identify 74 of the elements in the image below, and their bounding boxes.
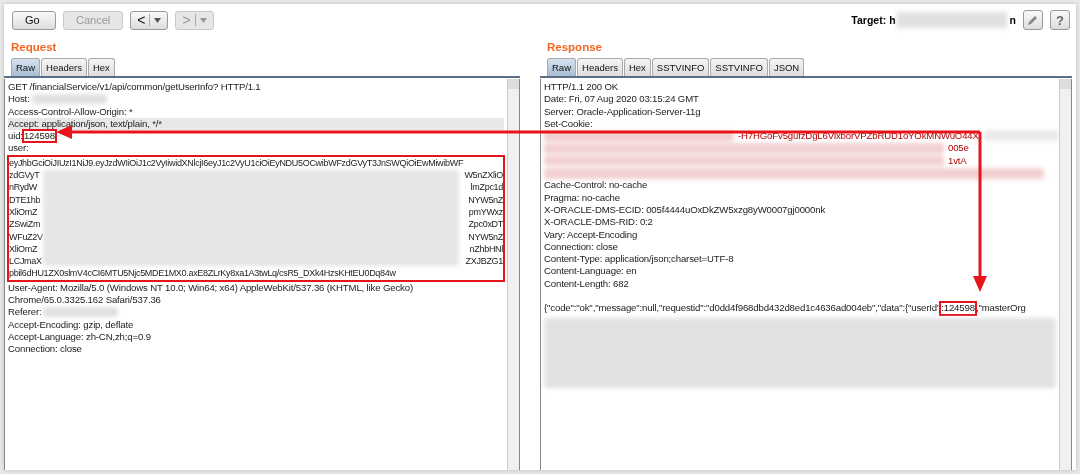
token-fragment: Zpc0xDT (468, 218, 503, 231)
cookie-fragment: 005e (948, 142, 969, 155)
help-button[interactable]: ? (1050, 10, 1070, 30)
token-fragment: nZhbHNl (469, 242, 503, 256)
tab[interactable]: SSTVINFO (651, 58, 710, 76)
target-value: n (1009, 14, 1016, 26)
target-label: Target: (851, 14, 887, 26)
token-fragment: DTE1hb (9, 193, 41, 206)
text-line: Connection: close (544, 240, 619, 254)
text-line: Date: Fri, 07 Aug 2020 03:15:24 GMT (544, 93, 700, 106)
text-line: user: (8, 142, 30, 155)
token-fragment: XliOmZ (9, 242, 38, 256)
pencil-icon (1027, 14, 1039, 26)
token-line: eyJhbGciOiJIUzI1NiJ9.eyJzdWIiOiJ1c2VyIiwidXNlcjI6eyJ1c2VyU1ciOiEyNDU5OCwibWFzdGVyT3JnSWQiOiEwMiwibWF (9, 156, 465, 170)
tab[interactable]: Raw (547, 58, 576, 76)
tab[interactable]: Hex (87, 58, 115, 76)
tab[interactable]: Headers (577, 58, 623, 76)
token-fragment: WFuZ2V (9, 230, 43, 243)
message-editor[interactable] (540, 79, 1072, 470)
token-fragment: NYW5nZ (468, 230, 503, 243)
text-line: Accept-Encoding: gzip, deflate (8, 318, 135, 331)
tab[interactable]: JSON (768, 58, 805, 76)
text-line: uid: (8, 130, 23, 143)
text-line: Accept-Language: zh-CN,zh;q=0.9 (8, 330, 152, 344)
token-fragment: zdGVyT (9, 169, 40, 182)
tab[interactable]: SSTVINFO (710, 58, 768, 76)
tab[interactable]: Hex (623, 58, 651, 76)
text-line: Access-Control-Allow-Origin: * (8, 105, 134, 118)
back-button[interactable]: < (130, 10, 169, 30)
text-line: Pragma: no-cache (544, 191, 621, 204)
token-line: pbil6dHU1ZX0slmV4cCI6MTU5Njc5MDE1MX0.axE8ZLrKy8xa1A3twLq/csR5_DXk4HzsKHtEU0Dq84w (9, 267, 397, 280)
token-fragment: pmYWxz (468, 205, 503, 219)
message-editor[interactable] (4, 79, 520, 470)
token-fragment: LCJmaX (9, 255, 42, 268)
token-fragment: ZXJBZG1 (465, 255, 503, 268)
scrollbar[interactable] (507, 79, 519, 470)
edit-button[interactable] (1023, 10, 1043, 30)
text-line: Content-Type: application/json;charset=UTF-8 (544, 253, 735, 266)
token-fragment: lmZpc1d (470, 181, 503, 194)
cookie-fragment: 1vtA (948, 154, 967, 168)
text-line: {"code":"ok","message":null,"requestid":"d0dd4f968dbd432d8ed1c4636ad004eb","data":{"userId" (544, 302, 941, 315)
text-line: Cache-Control: no-cache (544, 179, 649, 192)
highlighted-value: :124598 (940, 302, 976, 315)
text-line: Content-Length: 682 (544, 277, 630, 291)
text-line: User-Agent: Mozilla/5.0 (Windows NT 10.0; Win64; x64) AppleWebKit/537.36 (KHTML, like Gecko) (8, 281, 414, 295)
text-line: HTTP/1.1 200 OK (544, 81, 619, 94)
caret-icon (154, 17, 162, 23)
header-name: Referer: (8, 306, 42, 319)
tab[interactable]: Raw (11, 58, 40, 76)
token-fragment: NYW5nZ (468, 193, 503, 206)
text-line: X-ORACLE-DMS-ECID: 005f4444uOxDkZW5xzg8yW0007gj0000nk (544, 203, 827, 217)
token-fragment: W5nZXliO (464, 169, 503, 182)
tab[interactable]: Headers (41, 58, 87, 76)
text-line: Server: Oracle-Application-Server-11g (544, 105, 702, 118)
pane-title: Response (546, 40, 603, 55)
text-line: Vary: Accept-Encoding (544, 228, 639, 241)
text-line: Chrome/65.0.3325.162 Safari/537.36 (8, 294, 162, 307)
header-name: Host: (8, 93, 30, 106)
token-fragment: nRydW (9, 181, 37, 194)
cookie-fragment: -H7HGoFv5gufzDgL6VlxborVPZbRUD1oYOkMNWuO44X (738, 130, 979, 143)
text-line: ,"masterOrg (975, 302, 1026, 315)
highlighted-value: 124598 (22, 130, 56, 143)
text-line: X-ORACLE-DMS-RID: 0:2 (544, 216, 654, 229)
text-line: Content-Language: en (544, 265, 638, 278)
text-line: Set-Cookie: (544, 117, 594, 131)
token-fragment: ZSwiZm (9, 218, 41, 231)
target-value: h (889, 14, 896, 26)
scrollbar[interactable] (1059, 79, 1071, 470)
text-line: GET /financialService/v1/api/common/getUserInfo? HTTP/1.1 (8, 81, 262, 94)
token-fragment: XliOmZ (9, 205, 38, 219)
caret-icon (199, 17, 207, 23)
pane-title: Request (10, 40, 58, 55)
text-line: Connection: close (8, 343, 83, 356)
toolbar-button[interactable]: Go (12, 10, 56, 30)
